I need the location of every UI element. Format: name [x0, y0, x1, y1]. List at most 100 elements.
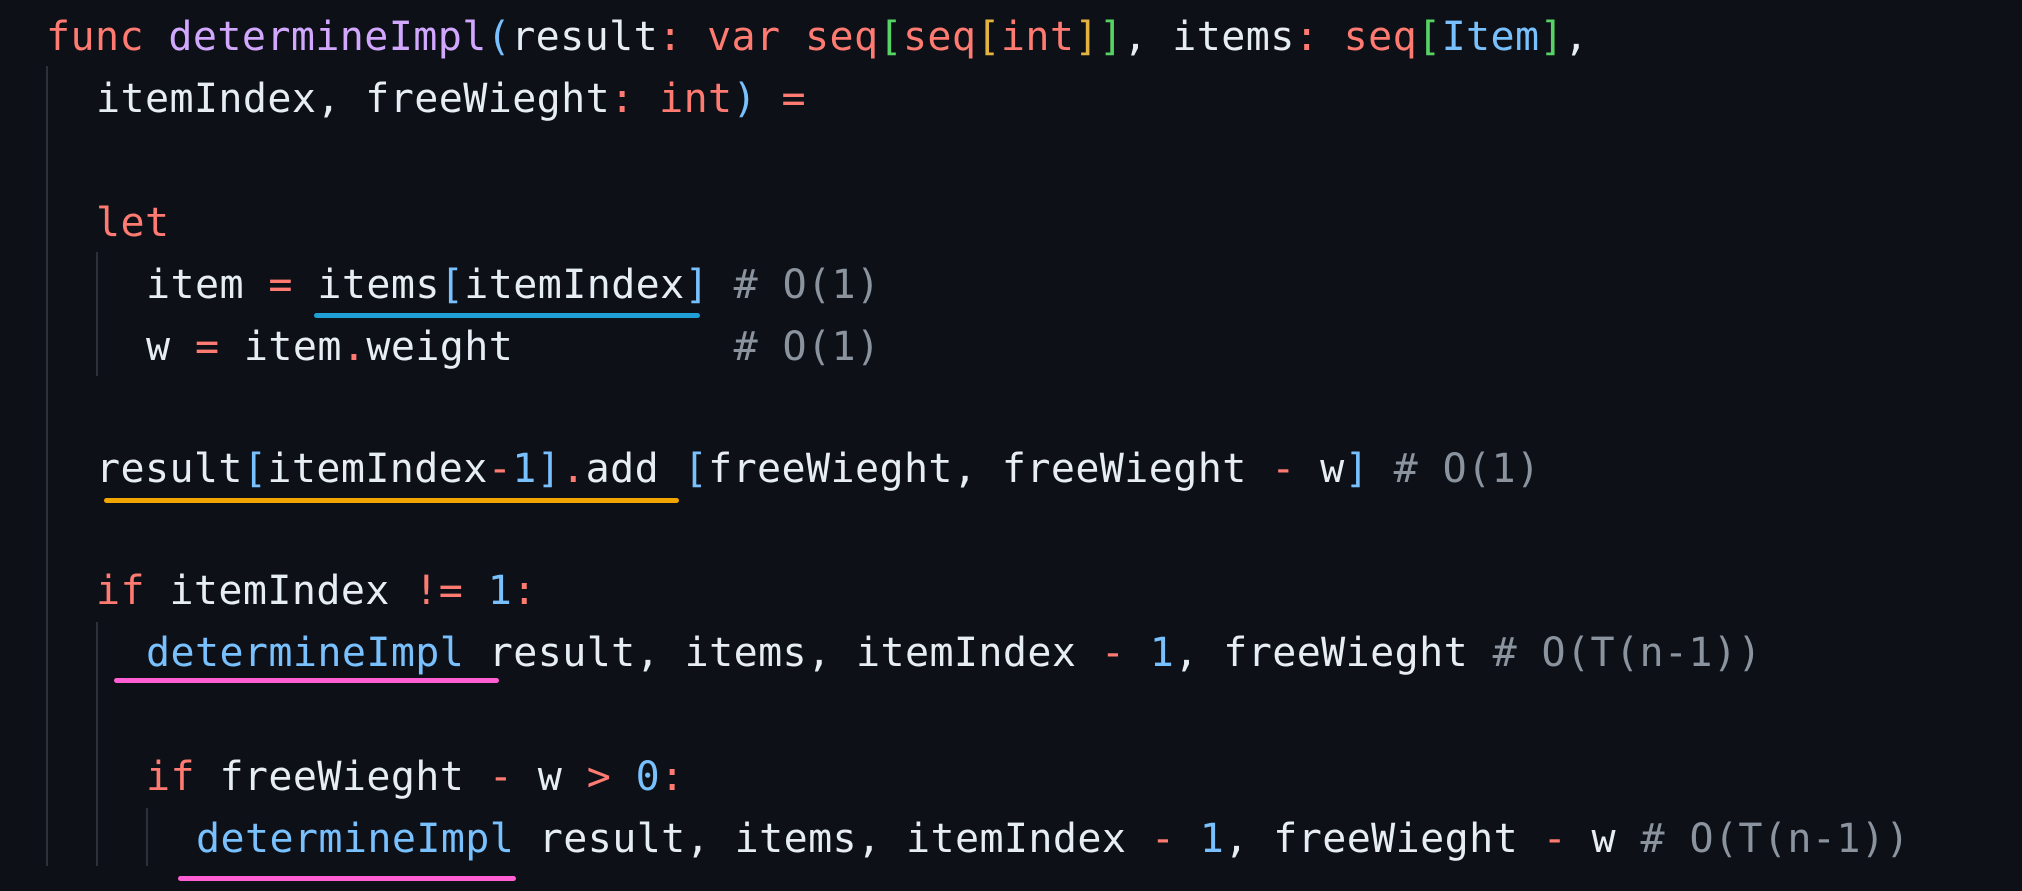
- code-token: 1: [487, 568, 513, 614]
- code-token: determineImpl: [196, 816, 515, 862]
- code-line-5[interactable]: w = item.weight # O(1): [146, 316, 881, 378]
- code-token: w: [1567, 816, 1641, 862]
- code-token: :: [660, 754, 685, 800]
- code-token: :: [512, 568, 537, 614]
- code-token: int: [1000, 14, 1075, 60]
- code-token: result: [511, 14, 659, 60]
- code-token: .: [561, 446, 586, 492]
- code-token: result, items, itemIndex: [464, 630, 1101, 676]
- underline-recursive-call-1: [114, 678, 499, 683]
- code-token: # O(1): [1369, 446, 1541, 492]
- code-token: item: [219, 324, 342, 370]
- underline-items-index: [314, 313, 700, 318]
- code-token: 1: [1149, 630, 1175, 676]
- code-token: weight: [366, 324, 734, 370]
- code-line-4[interactable]: item = items[itemIndex] # O(1): [146, 254, 881, 316]
- code-token: [: [878, 14, 903, 60]
- code-token: ]: [684, 262, 710, 308]
- code-token: let: [96, 200, 170, 246]
- code-line-10[interactable]: determineImpl result, items, itemIndex -…: [196, 808, 1910, 870]
- code-token: !=: [414, 568, 464, 614]
- code-token: 0: [635, 754, 661, 800]
- indent-guide: [146, 808, 148, 866]
- code-token: 1: [512, 446, 537, 492]
- code-token: -: [1150, 816, 1176, 862]
- code-token: # O(1): [733, 324, 881, 370]
- code-line-2[interactable]: itemIndex, freeWieght: int) =: [96, 68, 806, 130]
- code-token: ,: [1564, 14, 1589, 60]
- indent-guide: [96, 252, 98, 376]
- code-token: =: [194, 324, 220, 370]
- code-token: freeWieght: [194, 754, 489, 800]
- code-token: # O(T(n-1)): [1640, 816, 1910, 862]
- underline-recursive-call-2: [178, 876, 516, 881]
- code-token: # O(T(n-1)): [1492, 630, 1762, 676]
- code-token: determineImpl: [146, 630, 465, 676]
- code-token: if: [146, 754, 195, 800]
- code-line-7[interactable]: if itemIndex != 1:: [96, 560, 537, 622]
- code-line-8[interactable]: determineImpl result, items, itemIndex -…: [146, 622, 1762, 684]
- code-line-1[interactable]: func determineImpl(result: var seq[seq[i…: [46, 6, 1588, 68]
- code-token: =: [268, 262, 293, 308]
- code-token: result, items, itemIndex: [514, 816, 1151, 862]
- code-token: item: [146, 262, 269, 308]
- code-token: # O(1): [709, 262, 881, 308]
- code-line-6[interactable]: result[itemIndex-1].add [freeWieght, fre…: [96, 438, 1541, 500]
- code-token: var: [707, 14, 781, 60]
- code-token: ]: [536, 446, 562, 492]
- code-token: ): [732, 76, 758, 122]
- code-token: ]: [1539, 14, 1564, 60]
- code-token: , items: [1123, 14, 1295, 60]
- code-token: -: [1271, 446, 1296, 492]
- code-token: [: [1417, 14, 1442, 60]
- code-token: w: [146, 324, 195, 370]
- code-token: -: [487, 446, 513, 492]
- code-token: [: [242, 446, 268, 492]
- code-token: (: [486, 14, 512, 60]
- code-editor[interactable]: func determineImpl(result: var seq[seq[i…: [0, 0, 2022, 891]
- indent-guide: [46, 66, 48, 866]
- code-token: freeWieght, freeWieght: [708, 446, 1272, 492]
- code-token: result: [96, 446, 243, 492]
- code-token: [: [439, 262, 465, 308]
- code-token: seq: [902, 14, 977, 60]
- indent-guide: [96, 622, 98, 866]
- code-line-9[interactable]: if freeWieght - w > 0:: [146, 746, 685, 808]
- code-token: [: [976, 14, 1001, 60]
- code-token: determineImpl: [168, 14, 487, 60]
- code-token: :: [658, 14, 708, 60]
- code-token: 1: [1199, 816, 1225, 862]
- code-token: .: [341, 324, 367, 370]
- code-token: ]: [1098, 14, 1124, 60]
- code-token: int: [659, 76, 733, 122]
- code-token: Item: [1441, 14, 1540, 60]
- code-token: itemIndex: [144, 568, 415, 614]
- code-token: :: [610, 76, 660, 122]
- code-token: seq: [805, 14, 879, 60]
- code-token: func: [46, 14, 144, 60]
- code-token: items: [292, 262, 440, 308]
- code-token: , freeWieght: [1224, 816, 1543, 862]
- underline-result-add: [104, 498, 679, 503]
- code-token: >: [586, 754, 612, 800]
- code-token: , freeWieght: [1174, 630, 1493, 676]
- code-token: itemIndex: [464, 262, 685, 308]
- code-token: -: [1100, 630, 1126, 676]
- code-token: w: [513, 754, 587, 800]
- code-token: -: [488, 754, 514, 800]
- code-token: w: [1295, 446, 1345, 492]
- code-token: :: [1294, 14, 1344, 60]
- code-token: if: [96, 568, 145, 614]
- code-token: add: [585, 446, 684, 492]
- code-line-3[interactable]: let: [96, 192, 169, 254]
- code-token: [: [683, 446, 709, 492]
- code-token: itemIndex, freeWieght: [96, 76, 611, 122]
- code-token: seq: [1343, 14, 1418, 60]
- code-token: -: [1542, 816, 1568, 862]
- code-token: itemIndex: [267, 446, 488, 492]
